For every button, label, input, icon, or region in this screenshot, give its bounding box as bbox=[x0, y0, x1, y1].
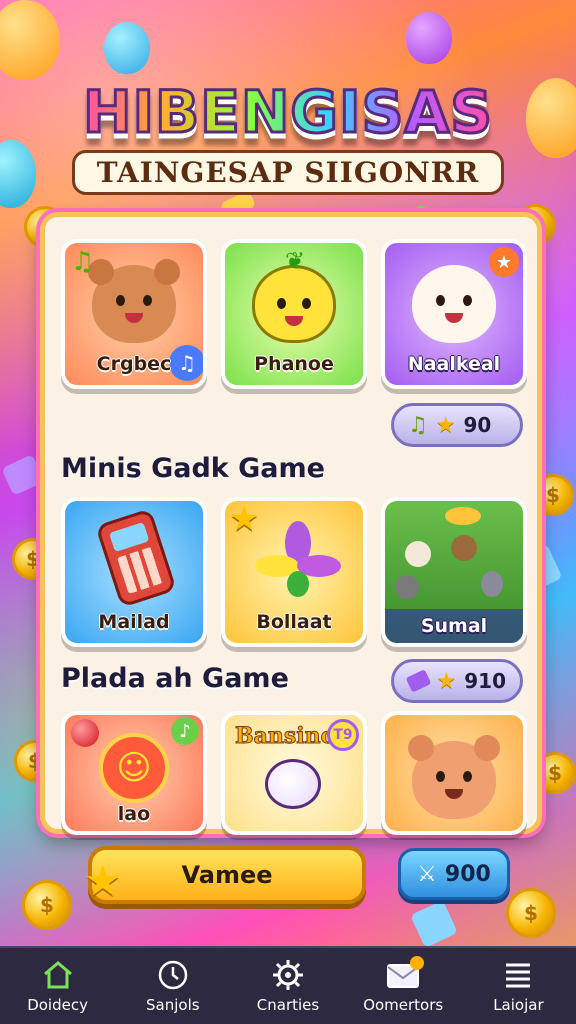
leaf-icon: ❦ bbox=[285, 247, 306, 275]
music-note-icon: ♫ bbox=[408, 412, 428, 438]
star-badge-icon: ★ bbox=[489, 247, 519, 277]
music-note-icon: ♪ bbox=[171, 717, 199, 745]
sword-icon: ⚔ bbox=[417, 861, 437, 887]
tile-badge: Bansino bbox=[234, 723, 336, 750]
game-tile-label: Naalkeal bbox=[407, 353, 501, 375]
nav-item-cnarties[interactable]: Cnarties bbox=[230, 948, 345, 1024]
egg-character-icon bbox=[412, 265, 496, 343]
game-tile-phanoe[interactable]: ❦ Phanoe bbox=[221, 239, 367, 389]
phone-icon bbox=[95, 508, 177, 608]
app-subtitle: TAINGESAP SIIGONRR bbox=[71, 150, 505, 195]
score-value: 900 bbox=[444, 861, 491, 887]
notification-badge-icon bbox=[410, 956, 425, 970]
lemon-character-icon bbox=[252, 265, 336, 343]
nav-item-doidecy[interactable]: Doidecy bbox=[0, 948, 115, 1024]
game-tile-bansino[interactable]: Bansino T9 bbox=[221, 711, 367, 835]
bear-character-icon bbox=[408, 735, 500, 819]
nav-label: Cnarties bbox=[256, 996, 320, 1014]
play-button[interactable]: ★ Vamee bbox=[84, 846, 366, 905]
flower-icon bbox=[255, 521, 341, 601]
star-icon: ★ bbox=[229, 499, 260, 539]
gear-icon bbox=[271, 958, 305, 992]
nav-item-oomertors[interactable]: Oomertors bbox=[346, 948, 461, 1024]
menu-icon bbox=[501, 958, 535, 992]
game-tile-lao[interactable]: ☺ ♪ lao bbox=[61, 711, 207, 835]
game-tile-bollaat[interactable]: ★ Bollaat bbox=[221, 497, 367, 647]
game-tile-label: Mailad bbox=[98, 611, 170, 633]
nav-label: Doidecy bbox=[27, 996, 88, 1014]
section-title-minis: Minis Gadk Game bbox=[61, 453, 325, 484]
star-icon: ★ bbox=[435, 412, 456, 438]
cat-badge-icon: ☺ bbox=[99, 733, 169, 803]
score-value: 910 bbox=[464, 669, 506, 693]
game-tile-bear[interactable] bbox=[381, 711, 527, 835]
game-panel: ♫ ♫ Crgbec ❦ Phanoe ★ Naalkeal ♫ ★ 90 Mi… bbox=[40, 212, 542, 835]
title-area: HIBENGISAS TAINGESAP SIIGONRR bbox=[0, 77, 576, 195]
star-icon: ★ bbox=[436, 668, 457, 694]
bear-character-icon bbox=[88, 259, 180, 343]
score-pill-section[interactable]: ★ 910 bbox=[391, 659, 523, 703]
game-tile-naalkeal[interactable]: ★ Naalkeal bbox=[381, 239, 527, 389]
nav-label: Sanjols bbox=[146, 996, 200, 1014]
score-pill-top[interactable]: ♫ ★ 90 bbox=[391, 403, 523, 447]
fish-lollipop-icon bbox=[265, 759, 321, 809]
coin-decoration: $ bbox=[506, 888, 556, 938]
game-tile-sumal[interactable]: Sumal bbox=[381, 497, 527, 647]
balloon-decoration bbox=[406, 12, 452, 64]
ticket-icon bbox=[405, 669, 431, 693]
nav-label: Oomertors bbox=[363, 996, 444, 1014]
score-button[interactable]: ⚔ 900 bbox=[398, 848, 510, 900]
section-title-plada: Plada ah Game bbox=[61, 663, 289, 694]
play-button-label: Vamee bbox=[181, 861, 273, 889]
score-value: 90 bbox=[463, 413, 492, 437]
music-note-icon: ♫ bbox=[71, 247, 95, 277]
game-tile-label: Phanoe bbox=[254, 353, 334, 375]
balloon-decoration bbox=[104, 22, 150, 74]
red-ball-icon bbox=[71, 719, 99, 747]
nav-item-laiojar[interactable]: Laiojar bbox=[461, 948, 576, 1024]
game-tile-mailad[interactable]: Mailad bbox=[61, 497, 207, 647]
app-title: HIBENGISAS bbox=[81, 77, 494, 148]
star-icon: ★ bbox=[84, 856, 122, 905]
game-tile-crgbec[interactable]: ♫ ♫ Crgbec bbox=[61, 239, 207, 389]
nav-item-sanjols[interactable]: Sanjols bbox=[115, 948, 230, 1024]
mail-icon bbox=[386, 956, 425, 992]
nav-label: Laiojar bbox=[493, 996, 544, 1014]
game-tile-label: Bollaat bbox=[256, 611, 332, 633]
game-tile-label: lao bbox=[117, 803, 151, 825]
home-icon bbox=[41, 958, 75, 992]
coin-decoration: $ bbox=[22, 880, 72, 930]
bottom-nav: Doidecy Sanjols Cnarties Oomertors Laioj… bbox=[0, 946, 576, 1024]
tile-badge-number: T9 bbox=[327, 719, 359, 751]
game-tile-label: Crgbec bbox=[96, 353, 172, 375]
clock-icon bbox=[156, 958, 190, 992]
game-tile-label: Sumal bbox=[385, 609, 523, 643]
